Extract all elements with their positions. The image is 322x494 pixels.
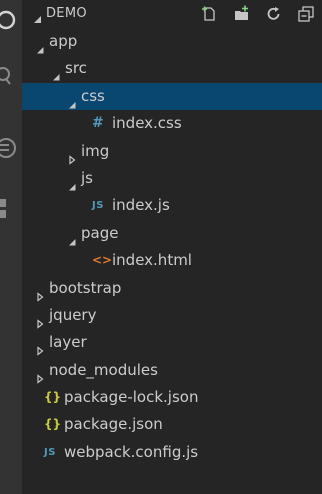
explorer-actions (200, 4, 316, 24)
folder-row[interactable]: app (22, 28, 322, 55)
file-label: index.css (112, 114, 182, 133)
folder-row[interactable]: layer (22, 329, 322, 357)
file-row[interactable]: <> index.html (22, 247, 322, 274)
search-icon[interactable] (0, 62, 22, 90)
file-row[interactable]: JS webpack.config.js (22, 439, 322, 466)
extensions-icon[interactable] (0, 196, 22, 224)
chevron-down-icon[interactable] (67, 229, 77, 246)
folder-row[interactable]: jquery (22, 302, 322, 329)
folder-label: jquery (49, 305, 97, 324)
folder-label: bootstrap (49, 278, 122, 297)
new-file-icon[interactable] (200, 4, 220, 24)
chevron-down-icon[interactable] (67, 92, 77, 109)
file-tree: app src css # index.css img js JS index.js page <>… (22, 28, 322, 466)
folder-row[interactable]: src (22, 55, 322, 82)
folder-row[interactable]: page (22, 220, 322, 247)
explorer-icon[interactable] (0, 6, 22, 34)
folder-row[interactable]: node_modules (22, 357, 322, 384)
json-file-icon: {} (44, 417, 62, 432)
html-file-icon: <> (92, 253, 113, 268)
file-label: package-lock.json (64, 388, 199, 407)
chevron-right-icon[interactable] (35, 311, 45, 329)
json-file-icon: {} (44, 390, 62, 405)
explorer-header[interactable]: DEMO (22, 0, 322, 28)
chevron-right-icon[interactable] (35, 366, 45, 384)
folder-label: layer (49, 333, 87, 352)
file-label: index.html (112, 251, 192, 270)
explorer-sidebar: DEMO app src css # index.css img js JS i… (22, 0, 322, 494)
debug-icon[interactable] (0, 134, 22, 162)
file-label: index.js (112, 196, 170, 215)
folder-label: img (81, 141, 110, 160)
chevron-right-icon[interactable] (67, 147, 77, 165)
folder-label: js (81, 168, 93, 187)
activity-bar (0, 0, 22, 494)
refresh-icon[interactable] (264, 4, 284, 24)
folder-row[interactable]: css (22, 82, 322, 111)
chevron-right-icon[interactable] (35, 284, 45, 302)
chevron-down-icon[interactable] (51, 64, 61, 81)
chevron-down-icon[interactable] (67, 174, 77, 191)
chevron-right-icon[interactable] (35, 338, 45, 357)
file-row[interactable]: {} package-lock.json (22, 384, 322, 411)
file-label: package.json (64, 415, 163, 434)
file-label: webpack.config.js (64, 442, 199, 461)
new-folder-icon[interactable] (232, 4, 252, 24)
file-row[interactable]: # index.css (22, 110, 322, 137)
folder-label: node_modules (49, 360, 158, 379)
js-file-icon: JS (92, 200, 104, 212)
folder-label: css (81, 86, 105, 105)
folder-row[interactable]: js (22, 165, 322, 192)
collapse-all-icon[interactable] (296, 4, 316, 24)
chevron-down-icon[interactable] (32, 9, 42, 23)
workspace-title: DEMO (46, 6, 87, 21)
folder-label: app (49, 32, 78, 50)
folder-row[interactable]: img (22, 138, 322, 165)
folder-row[interactable]: bootstrap (22, 275, 322, 302)
folder-label: page (81, 223, 119, 242)
file-row[interactable]: JS index.js (22, 192, 322, 219)
folder-label: src (65, 59, 87, 78)
file-row[interactable]: {} package.json (22, 411, 322, 438)
css-file-icon: # (92, 115, 104, 132)
chevron-down-icon[interactable] (35, 37, 45, 54)
js-file-icon: JS (44, 446, 56, 458)
